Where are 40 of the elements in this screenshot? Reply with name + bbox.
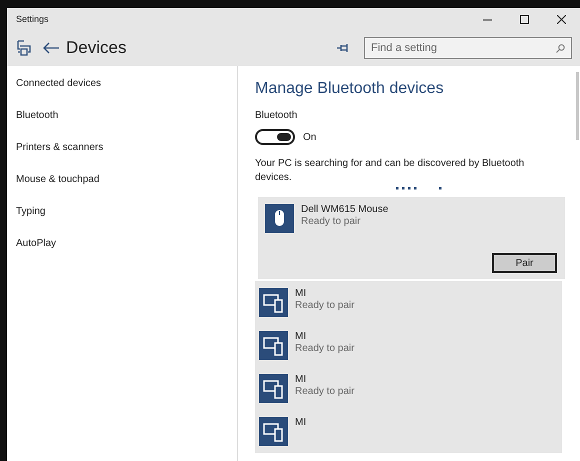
monitor-phone-icon	[259, 331, 288, 360]
sidebar-item[interactable]: Bluetooth	[7, 108, 237, 140]
device-item[interactable]: Dell WM615 Mouse Ready to pair Pair	[258, 197, 565, 279]
scrollbar-thumb[interactable]	[576, 72, 579, 140]
close-icon	[557, 14, 566, 24]
device-status: Ready to pair	[295, 300, 354, 311]
monitor-phone-icon	[259, 288, 288, 317]
device-name: Dell WM615 Mouse	[301, 204, 388, 215]
device-item[interactable]: MI Ready to pair	[255, 324, 562, 367]
device-status: Ready to pair	[295, 386, 354, 397]
sidebar-item[interactable]: Connected devices	[7, 76, 237, 108]
mouse-icon	[265, 204, 294, 233]
toggle-state: On	[303, 132, 316, 142]
device-status: Ready to pair	[295, 343, 354, 354]
sidebar-item[interactable]: Printers & scanners	[7, 140, 237, 172]
search-icon	[556, 44, 565, 53]
device-status: Ready to pair	[301, 216, 362, 227]
search-field[interactable]: Find a setting	[364, 37, 572, 59]
device-item[interactable]: MI Ready to pair	[255, 367, 562, 410]
device-item[interactable]: MI	[255, 410, 562, 453]
device-item[interactable]: MI Ready to pair	[255, 281, 562, 324]
sidebar-item[interactable]: Mouse & touchpad	[7, 172, 237, 204]
toggle-label: Bluetooth	[255, 110, 298, 121]
description-text: Your PC is searching for and can be discovered by Bluetooth devices.	[255, 157, 526, 185]
page-title: Devices	[66, 38, 128, 58]
pair-button[interactable]: Pair	[492, 253, 557, 273]
device-name: MI	[295, 331, 308, 342]
device-name: MI	[295, 288, 308, 299]
section-heading: Manage Bluetooth devices	[255, 80, 445, 98]
printer-icon	[15, 40, 32, 56]
bluetooth-toggle[interactable]	[255, 129, 295, 145]
device-name: MI	[295, 374, 308, 385]
monitor-phone-icon	[259, 417, 288, 446]
sidebar-item[interactable]: Typing	[7, 204, 237, 236]
maximize-icon	[520, 14, 529, 24]
window-title: Settings	[16, 14, 50, 24]
sidebar-item[interactable]: AutoPlay	[7, 236, 237, 268]
back-button[interactable]	[42, 42, 60, 54]
monitor-phone-icon	[259, 374, 288, 403]
device-name: MI	[295, 417, 306, 428]
